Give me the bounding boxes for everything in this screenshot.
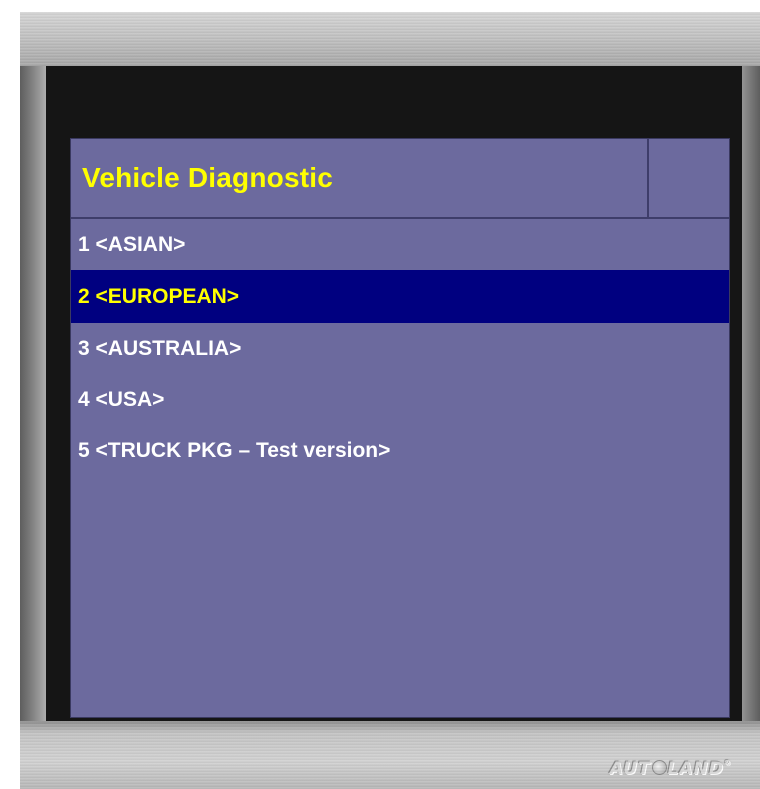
page-title: Vehicle Diagnostic xyxy=(82,162,334,193)
menu-item-european[interactable]: 2 <EUROPEAN> xyxy=(71,270,729,323)
menu-item-truck-pkg[interactable]: 5 <TRUCK PKG – Test version> xyxy=(71,425,729,476)
autoland-logo: AUT LAND® xyxy=(610,759,732,779)
device-bottom-frame: AUT LAND® xyxy=(20,721,760,789)
diagnostic-device: Vehicle Diagnostic 1 <ASIAN> 2 <EUROPEAN… xyxy=(20,12,760,789)
menu-item-asian[interactable]: 1 <ASIAN> xyxy=(71,219,729,270)
title-cell: Vehicle Diagnostic xyxy=(71,139,649,217)
logo-circle-icon xyxy=(651,760,667,775)
trademark-mark: ® xyxy=(724,759,732,767)
title-bar: Vehicle Diagnostic xyxy=(71,139,729,219)
menu-item-usa[interactable]: 4 <USA> xyxy=(71,374,729,425)
device-top-frame xyxy=(20,12,760,66)
title-side-cell xyxy=(649,139,729,217)
logo-text-suffix: LAND xyxy=(667,759,724,779)
lcd-screen: Vehicle Diagnostic 1 <ASIAN> 2 <EUROPEAN… xyxy=(70,138,730,718)
vehicle-region-menu: 1 <ASIAN> 2 <EUROPEAN> 3 <AUSTRALIA> 4 <… xyxy=(71,219,729,476)
logo-text-prefix: AUT xyxy=(609,759,651,779)
menu-item-australia[interactable]: 3 <AUSTRALIA> xyxy=(71,323,729,374)
